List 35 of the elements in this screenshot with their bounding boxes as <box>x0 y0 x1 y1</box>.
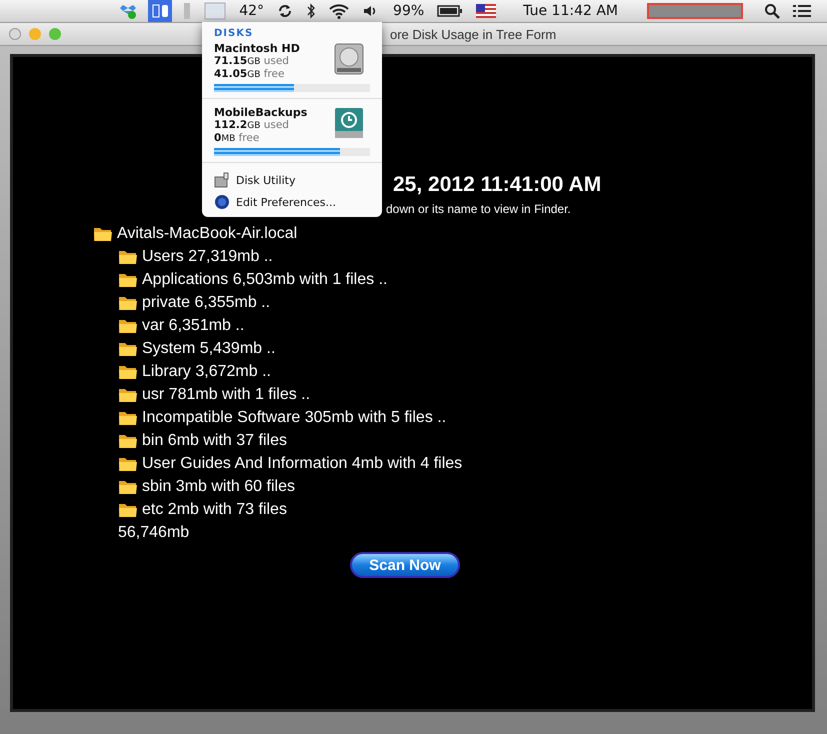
menu-item[interactable]: Edit Preferences... <box>236 196 336 208</box>
tree-item[interactable]: Applications 6,503mb with 1 files .. <box>142 270 388 288</box>
tree-item[interactable]: private 6,355mb .. <box>142 294 270 312</box>
total-size: 56,746mb <box>117 522 190 542</box>
free-space: 41.05GB free <box>214 68 286 81</box>
scan-now-button[interactable]: Scan Now <box>350 552 460 578</box>
disk-name[interactable]: Macintosh HD <box>214 43 334 55</box>
disk-utility-icon <box>214 172 230 188</box>
menu-heading: DISKS <box>213 28 254 41</box>
battery-percentage[interactable]: 99% <box>391 0 426 22</box>
time-machine-drive-icon <box>334 107 364 139</box>
hint-text: down or its name to view in Finder. <box>386 202 571 216</box>
tree-item[interactable]: usr 781mb with 1 files .. <box>142 386 310 404</box>
tree-item[interactable]: Incompatible Software 305mb with 5 files .. <box>142 408 446 426</box>
tree-item[interactable]: Users 27,319mb .. <box>142 248 273 266</box>
disk-monitor-icon[interactable] <box>148 0 172 22</box>
tree-item[interactable]: User Guides And Information 4mb with 4 files <box>142 454 462 472</box>
menu-item[interactable]: Disk Utility <box>236 174 296 186</box>
tree-item[interactable]: System 5,439mb .. <box>142 340 276 358</box>
used-space: 112.2GB used <box>214 119 290 132</box>
scan-date: 25, 2012 11:41:00 AM <box>393 173 602 197</box>
globe-icon <box>214 194 230 210</box>
window-title: ore Disk Usage in Tree Form <box>390 26 556 42</box>
tree-item[interactable]: var 6,351mb .. <box>142 316 244 334</box>
disk-name[interactable]: MobileBackups <box>214 107 334 119</box>
tree-item[interactable]: sbin 3mb with 60 files <box>142 478 295 496</box>
used-space: 71.15GB used <box>214 55 290 68</box>
hard-drive-icon <box>334 43 364 75</box>
tree-item[interactable]: etc 2mb with 73 files <box>142 500 287 518</box>
tree-item[interactable]: Avitals-MacBook-Air.local <box>117 224 298 242</box>
tree-item[interactable]: Library 3,672mb .. <box>142 362 271 380</box>
tree-item[interactable]: bin 6mb with 37 files <box>142 432 287 450</box>
free-space: 0MB free <box>214 132 260 145</box>
menu-clock[interactable]: Tue 11:42 AM <box>521 0 620 22</box>
temperature-reading[interactable]: 42° <box>237 0 266 22</box>
